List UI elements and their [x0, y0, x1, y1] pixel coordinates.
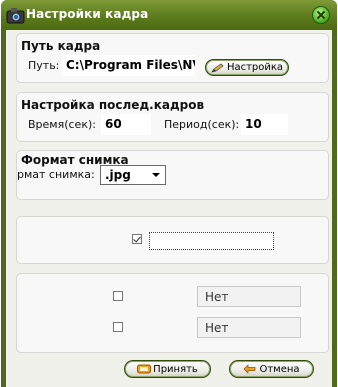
extra-checkbox-1[interactable] — [113, 291, 123, 301]
sequence-group: Настройка послед.кадров Время(сек): 60 П… — [16, 92, 329, 142]
extra-field-1[interactable]: Нет — [197, 286, 301, 307]
path-settings-label: Настройка — [226, 62, 284, 73]
chevron-down-icon — [152, 173, 160, 177]
option-field[interactable] — [149, 232, 274, 250]
undo-arrow-icon — [243, 364, 256, 374]
title-bar[interactable]: Настройки кадра — [1, 0, 337, 30]
pencil-icon — [211, 63, 224, 73]
format-select-value: .jpg — [105, 168, 131, 182]
cancel-button[interactable]: Отмена — [229, 360, 314, 378]
path-field[interactable]: C:\Program Files\NVM — [62, 55, 195, 76]
path-group: Путь кадра Путь: C:\Program Files\NVM На… — [16, 33, 329, 83]
path-settings-button[interactable]: Настройка — [205, 59, 289, 76]
option-group — [16, 216, 329, 264]
sequence-group-title: Настройка послед.кадров — [21, 98, 205, 112]
path-group-title: Путь кадра — [21, 39, 101, 53]
accept-icon — [137, 364, 152, 374]
period-field[interactable]: 10 — [241, 114, 288, 135]
close-button[interactable] — [312, 6, 330, 24]
period-label: Период(сек): — [164, 118, 240, 131]
format-group: Формат снимка рмат снимка: .jpg — [16, 150, 329, 200]
format-label: рмат снимка: — [17, 168, 95, 181]
path-label: Путь: — [28, 59, 60, 72]
settings-window: Настройки кадра Путь кадра Путь: C:\Prog… — [1, 0, 337, 387]
cancel-label: Отмена — [259, 363, 300, 375]
option-checkbox[interactable] — [132, 234, 142, 244]
extra-field-2[interactable]: Нет — [197, 317, 301, 338]
window-title: Настройки кадра — [26, 7, 149, 21]
time-label: Время(сек): — [28, 118, 96, 131]
camera-icon — [6, 8, 25, 24]
accept-button[interactable]: Принять — [124, 360, 211, 378]
accept-label: Принять — [153, 363, 198, 375]
time-field[interactable]: 60 — [101, 114, 151, 135]
extra-checkbox-2[interactable] — [113, 322, 123, 332]
format-select[interactable]: .jpg — [100, 165, 166, 185]
extra-group: Нет Нет — [16, 273, 329, 353]
dialog-body: Путь кадра Путь: C:\Program Files\NVM На… — [6, 30, 332, 387]
